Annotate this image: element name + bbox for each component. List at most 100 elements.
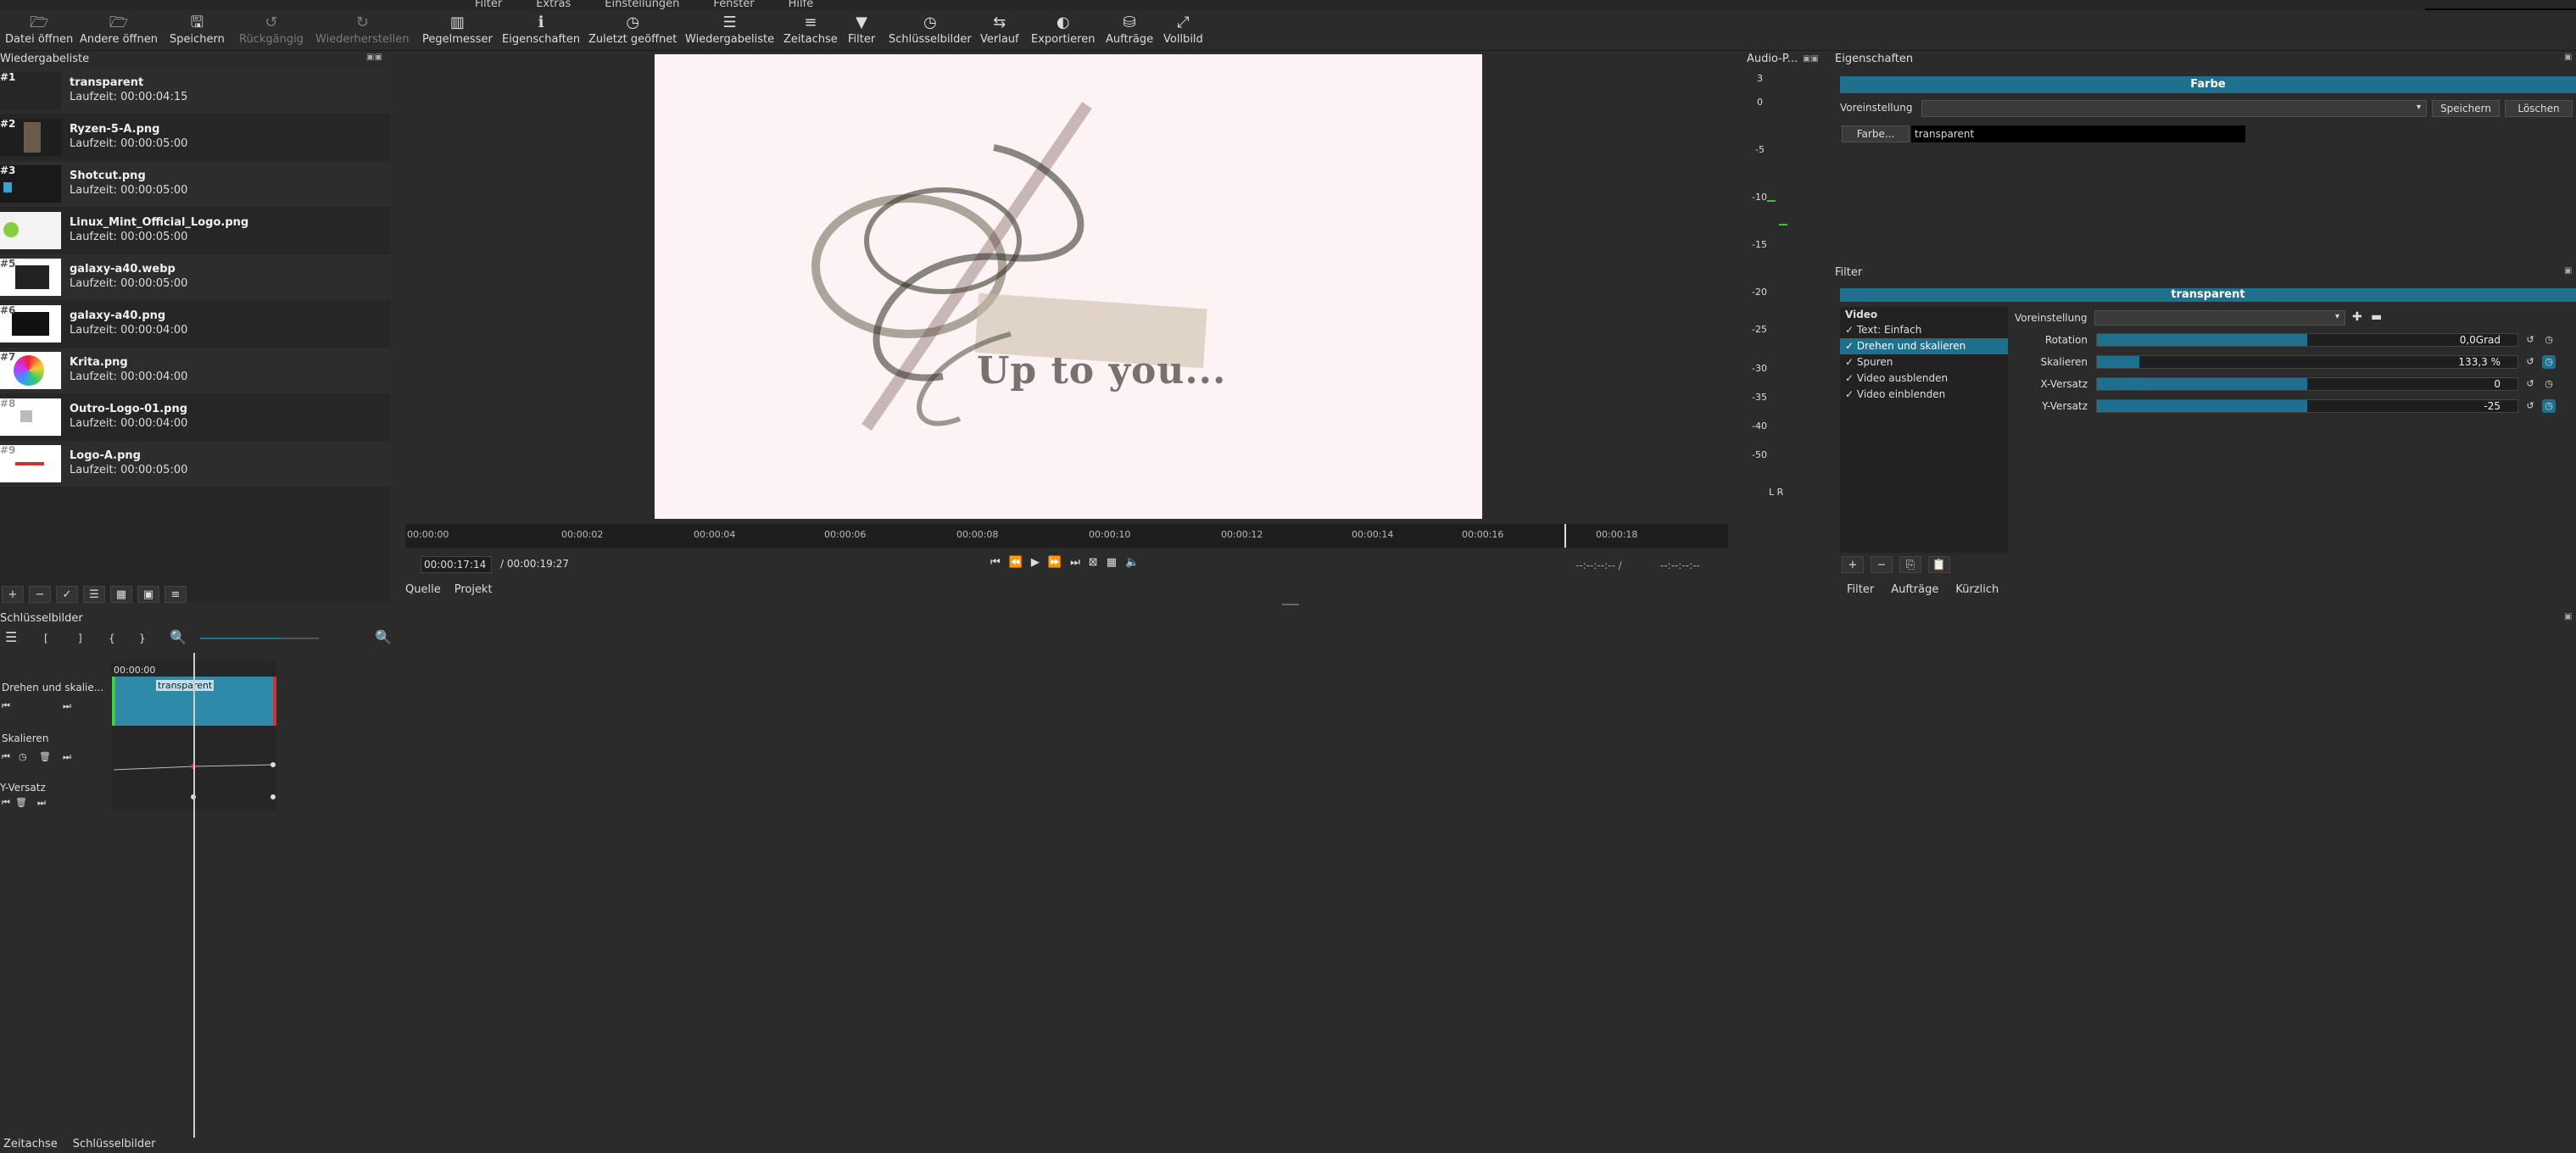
reset-icon[interactable]: ↺ [2523,377,2537,391]
filter-button[interactable]: ▼ Filter [848,10,875,51]
stopwatch-icon[interactable]: ◷ [19,751,27,762]
delete-icon[interactable]: 🗑 [15,797,27,808]
playlist-item[interactable]: #8 Outro-Logo-01.png Laufzeit: 00:00:04:… [0,394,390,440]
check-icon[interactable]: ✓ [56,586,78,603]
prev-keyframe-icon[interactable]: ⏮ [2,700,10,712]
open-other-button[interactable]: 🗁 Andere öffnen [80,10,158,51]
audio-dock-buttons[interactable]: ▣▣ [1803,54,1819,64]
filter-item-rotate-scale[interactable]: ✓ Drehen und skalieren [1840,338,2008,354]
add-preset-icon[interactable]: ✚ [2352,310,2362,324]
keyframes-dock-buttons[interactable]: ▣ [2564,612,2572,621]
filter-item-text[interactable]: ✓ Text: Einfach [1840,322,2008,338]
menu-icon[interactable]: ≡ [164,586,187,603]
brace-close-icon[interactable]: } [139,632,146,644]
brace-open-icon[interactable]: { [109,632,115,644]
next-keyframe-icon[interactable]: ⏭ [63,751,71,763]
next-keyframe-icon[interactable]: ⏭ [63,700,71,712]
filter-preset-dropdown[interactable]: ▾ [2094,310,2345,326]
tab-keyframes[interactable]: Schlüsselbilder [73,1138,156,1150]
reset-icon[interactable]: ↺ [2523,399,2537,413]
playlist-button[interactable]: ☰ Wiedergabeliste [685,10,774,51]
splitter-handle[interactable] [1282,604,1299,605]
fast-forward-icon[interactable]: ⏩ [1048,556,1062,569]
grid-icon[interactable]: ▦ [1107,556,1117,569]
icons-view-icon[interactable]: ▣ [137,586,159,603]
volume-icon[interactable]: 🔈 [1125,556,1139,569]
recent-button[interactable]: ◷ Zuletzt geöffnet [588,10,677,51]
time-ruler[interactable]: 00:00:00 00:00:02 00:00:04 00:00:06 00:0… [405,524,1728,548]
playlist-item[interactable]: #4 Linux_Mint_Official_Logo.png Laufzeit… [0,208,390,253]
redo-button[interactable]: ↻ Wiederherstellen [315,10,409,51]
rotation-slider[interactable]: 0,0Grad [2096,333,2518,347]
properties-button[interactable]: ℹ Eigenschaften [502,10,580,51]
properties-save-button[interactable]: Speichern [2432,100,2500,117]
playlist-item[interactable]: #9 Logo-A.png Laufzeit: 00:00:05:00 [0,441,390,487]
next-keyframe-icon[interactable]: ⏭ [37,797,46,809]
save-button[interactable]: 🖫 Speichern [170,10,225,51]
x-offset-slider[interactable]: 0 [2096,377,2518,391]
check-icon[interactable]: ✓ [1845,340,1857,352]
menu-window[interactable]: Fenster [713,0,754,10]
filter-item-fade-in[interactable]: ✓ Video einblenden [1840,387,2008,403]
tab-project[interactable]: Projekt [454,583,493,596]
check-icon[interactable]: ✓ [1845,372,1857,384]
playhead[interactable] [1564,524,1566,548]
timeline-button[interactable]: ≡ Zeitachse [783,10,838,51]
tab-filter[interactable]: Filter [1838,583,1882,596]
prev-keyframe-icon[interactable]: ⏮ [2,751,10,763]
video-preview[interactable]: Up to you... [655,54,1482,519]
delete-icon[interactable]: 🗑 [39,751,51,762]
zoom-slider-fill[interactable] [200,638,282,639]
properties-delete-button[interactable]: Löschen [2505,100,2573,117]
keyframe-toggle-icon[interactable]: ◷ [2542,377,2556,391]
remove-preset-icon[interactable]: ▬ [2371,310,2382,324]
playlist-item[interactable]: #6 galaxy-a40.png Laufzeit: 00:00:04:00 [0,301,390,347]
y-offset-slider[interactable]: -25 [2096,399,2518,413]
menu-help[interactable]: Hilfe [789,0,814,10]
check-icon[interactable]: ✓ [1845,388,1857,400]
zoom-icon[interactable]: ⊠ [1089,556,1098,569]
keyframe-toggle-icon[interactable]: ◷ [2542,333,2556,347]
set-in-icon[interactable]: [ [44,632,48,644]
paste-filter-icon[interactable]: 📋 [1928,556,1950,573]
copy-filter-icon[interactable]: ⎘ [1899,556,1921,573]
properties-dock-buttons[interactable]: ▣ [2564,53,2572,62]
prev-keyframe-icon[interactable]: ⏮ [2,797,10,809]
audio-meter-button[interactable]: ▥ Pegelmesser [422,10,493,51]
rewind-icon[interactable]: ⏪ [1009,556,1023,569]
tab-jobs[interactable]: Aufträge [1882,583,1947,596]
tiles-view-icon[interactable]: ▦ [110,586,132,603]
keyframes-button[interactable]: ◷ Schlüsselbilder [889,10,972,51]
filter-item-fade-out[interactable]: ✓ Video ausblenden [1840,370,2008,387]
jobs-button[interactable]: ⛁ Aufträge [1106,10,1153,51]
filter-item-tracks[interactable]: ✓ Spuren [1840,354,2008,370]
zoom-out-icon[interactable]: 🔍 [170,629,187,645]
color-picker-button[interactable]: Farbe... [1842,125,1910,142]
remove-icon[interactable]: − [29,586,51,603]
keyframe-toggle-icon[interactable]: ◷ [2542,399,2556,413]
color-value-field[interactable]: transparent [1911,125,2245,142]
filter-dock-buttons[interactable]: ▣ [2564,266,2572,276]
scale-slider[interactable]: 133,3 % [2096,355,2518,369]
playlist-item[interactable]: #5 galaxy-a40.webp Laufzeit: 00:00:05:00 [0,254,390,300]
skip-end-icon[interactable]: ⏭ [1070,556,1080,569]
check-icon[interactable]: ✓ [1845,324,1857,336]
reset-icon[interactable]: ↺ [2523,355,2537,369]
check-icon[interactable]: ✓ [1845,356,1857,368]
details-view-icon[interactable]: ☰ [83,586,105,603]
playlist-item[interactable]: #1 transparent Laufzeit: 00:00:04:15 [0,68,390,114]
fullscreen-button[interactable]: ⤢ Vollbild [1163,10,1203,51]
tab-source[interactable]: Quelle [405,583,441,596]
add-icon[interactable]: + [2,586,24,603]
zoom-slider-track[interactable] [282,638,319,639]
timecode-field[interactable]: 00:00:17:14 [421,556,492,573]
playlist-item[interactable]: #2 Ryzen-5-A.png Laufzeit: 00:00:05:00 [0,114,390,160]
remove-filter-icon[interactable]: − [1871,556,1893,573]
export-button[interactable]: ◐ Exportieren [1031,10,1095,51]
keyframe-toggle-icon[interactable]: ◷ [2542,355,2556,369]
tab-recent[interactable]: Kürzlich [1947,583,2007,596]
play-icon[interactable]: ▶ [1031,556,1040,569]
reset-icon[interactable]: ↺ [2523,333,2537,347]
keyframes-playhead[interactable] [193,653,195,1138]
playlist-item[interactable]: #3 Shotcut.png Laufzeit: 00:00:05:00 [0,161,390,207]
